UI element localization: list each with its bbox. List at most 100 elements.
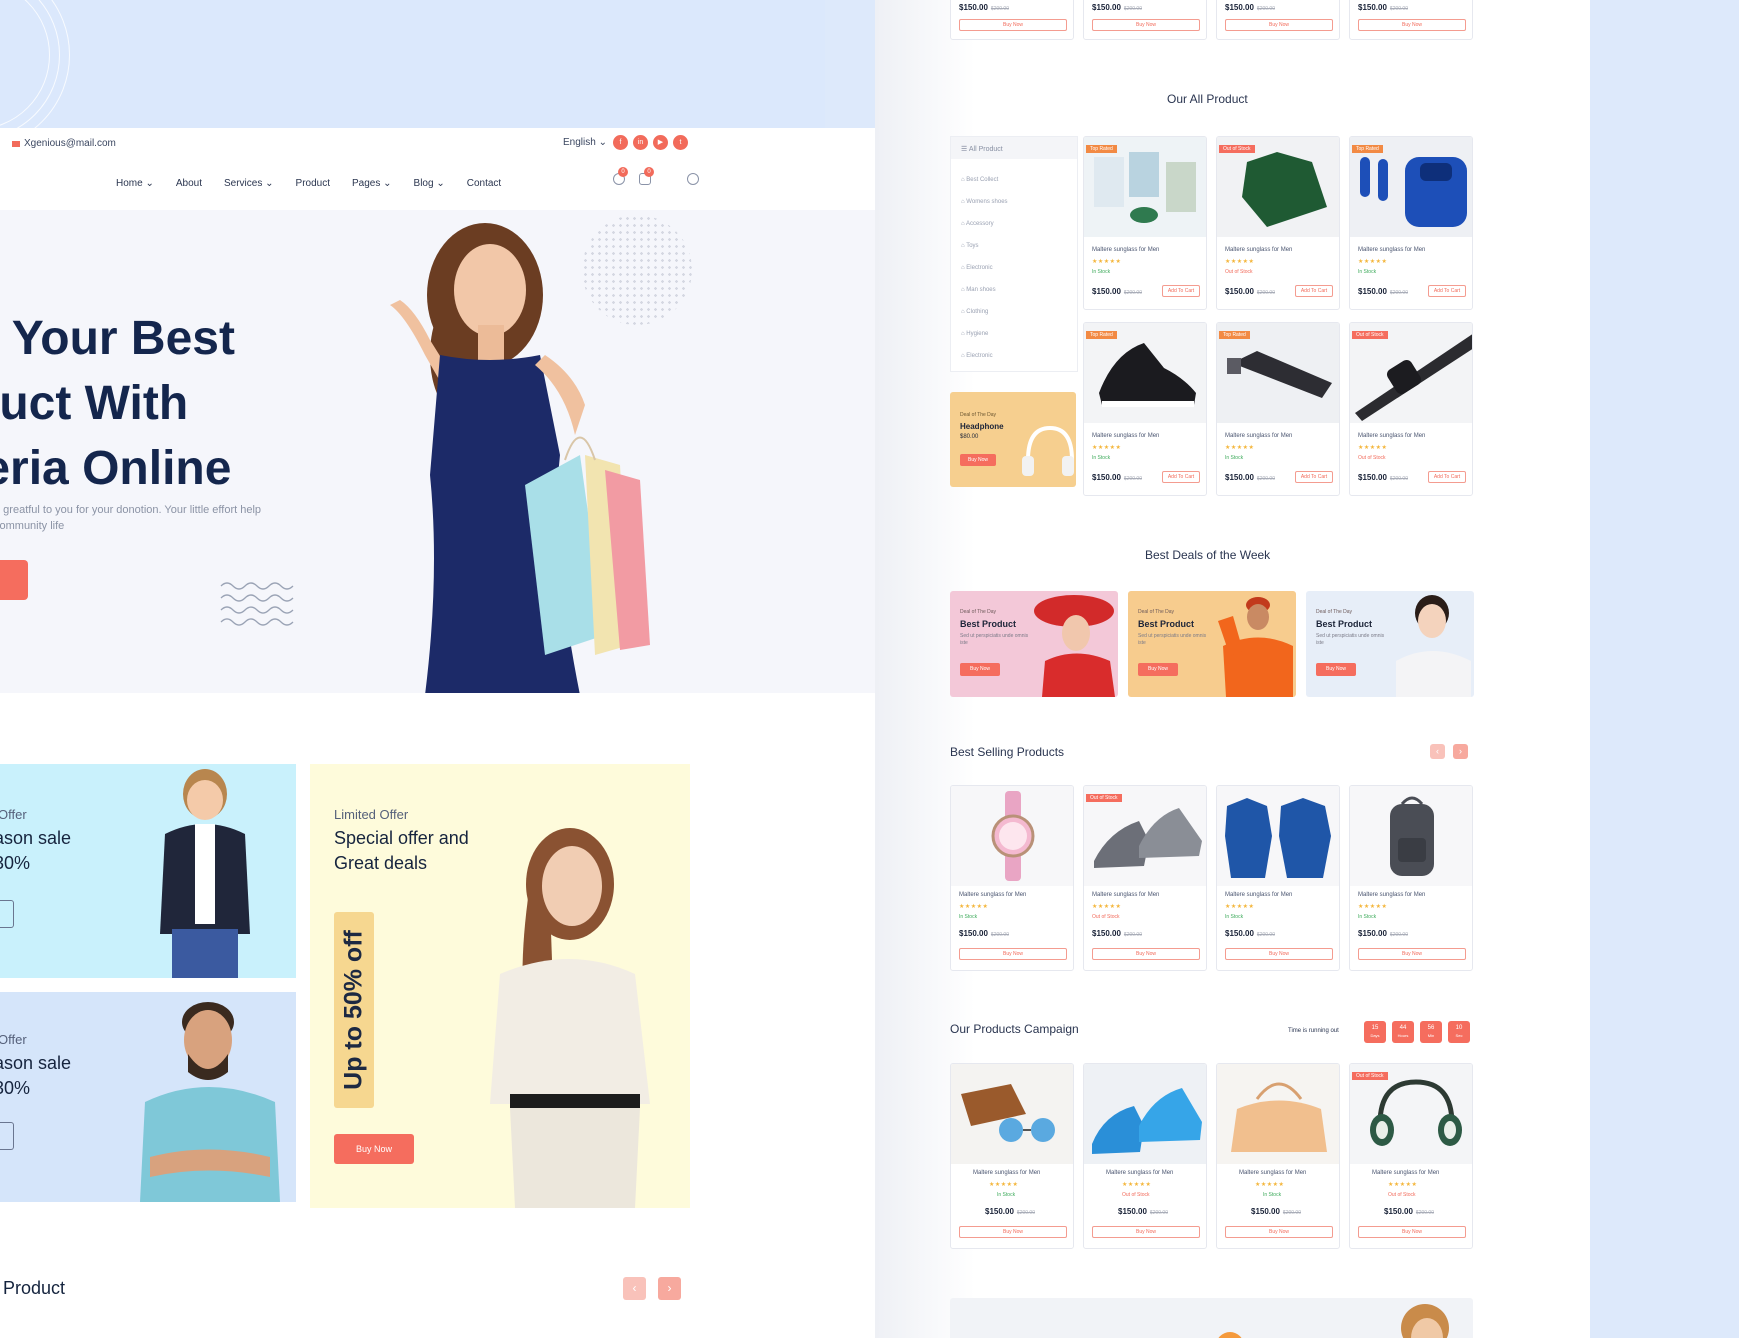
best-selling-card[interactable]: Out of Stock Maltere sunglass for Men ★★… [1083,785,1207,971]
category-item[interactable]: ⌂ Electronic [961,353,993,359]
buy-now-button[interactable]: Buy Now [959,19,1067,31]
facebook-icon[interactable]: f [613,135,628,150]
heart-icon[interactable]: 0 [613,167,628,185]
twitter-icon[interactable]: t [673,135,688,150]
popular-product-title: ar Product [0,1278,66,1298]
product-card[interactable]: Top Rated Maltere sunglass for Men ★★★★★… [1083,136,1207,310]
linkedin-icon[interactable]: in [633,135,648,150]
nav-item-contact[interactable]: Contact [467,178,501,189]
buy-now-button[interactable]: Buy Now [1225,948,1333,960]
lady-buy-now-button[interactable]: Buy Now [334,1134,414,1164]
compare-icon[interactable] [665,173,673,185]
popular-prev-button[interactable]: ‹ [623,1277,646,1300]
top-product-card[interactable]: $150.00 $200.00 Buy Now [1349,0,1473,40]
hero-shop-button[interactable] [0,560,28,600]
category-item[interactable]: ⌂ Accessory [961,221,994,227]
offer-kid-button[interactable] [0,900,14,928]
deal-button[interactable]: Buy Now [960,663,1000,676]
product-card[interactable]: Out of Stock Maltere sunglass for Men ★★… [1349,322,1473,496]
category-item[interactable]: ⌂ Toys [961,243,979,249]
best-selling-card[interactable]: Maltere sunglass for Men ★★★★★ In Stock … [950,785,1074,971]
buy-now-button[interactable]: Buy Now [959,1226,1067,1238]
language-select[interactable]: English ⌄ [563,137,607,148]
promo-buy-button[interactable]: Buy Now [960,454,996,466]
campaign-card[interactable]: Maltere sunglass for Men ★★★★★ Out of St… [1083,1063,1207,1249]
sun-decoration-icon [1218,1332,1242,1338]
offer-card-kid[interactable]: Offer ason sale 30% [0,764,296,978]
category-menu-head: ☰ All Product [951,137,1077,159]
category-item[interactable]: ⌂ Best Collect [961,177,998,183]
deal-card[interactable]: Deal of The Day Best Product Sed ut pers… [1128,591,1296,697]
nav-item-product[interactable]: Product [296,178,330,189]
category-label: Clothing [966,309,989,315]
user-icon[interactable] [687,173,699,185]
top-product-card[interactable]: $150.00 $200.00 Buy Now [1216,0,1340,40]
timer-value: 56 [1427,1025,1435,1031]
offer-card-man[interactable]: Offer ason sale 30% [0,992,296,1202]
buy-now-button[interactable]: Buy Now [1358,19,1466,31]
nav-item-home[interactable]: Home ⌄ [116,178,154,189]
timer-minutes: 56 Min [1420,1021,1442,1043]
nav-item-pages[interactable]: Pages ⌄ [352,178,392,189]
card-price: $150.00 $200.00 [1384,1207,1434,1216]
buy-now-button[interactable]: Buy Now [959,948,1067,960]
offer-card-lady[interactable]: Limited Offer Special offer and Great de… [310,764,690,1208]
stock-status: Out of Stock [1358,455,1386,461]
add-to-cart-button[interactable]: Add To Cart [1162,471,1200,483]
youtube-icon[interactable]: ▶ [653,135,668,150]
offer-man-title: ason sale 30% [0,1053,72,1098]
campaign-card[interactable]: Maltere sunglass for Men ★★★★★ In Stock … [950,1063,1074,1249]
add-to-cart-button[interactable]: Add To Cart [1295,285,1333,297]
nav-item-blog[interactable]: Blog ⌄ [414,178,445,189]
category-item[interactable]: ⌂ Man shoes [961,287,996,293]
category-item[interactable]: ⌂ Womens shoes [961,199,1008,205]
deal-card[interactable]: Deal of The Day Best Product Sed ut pers… [950,591,1118,697]
promo-small: Deal of The Day [960,412,997,418]
best-selling-card[interactable]: Maltere sunglass for Men ★★★★★ In Stock … [1349,785,1473,971]
category-item[interactable]: ⌂ Electronic [961,265,993,271]
top-product-card[interactable]: $150.00 $200.00 Buy Now [1083,0,1207,40]
add-to-cart-button[interactable]: Add To Cart [1428,285,1466,297]
campaign-card[interactable]: Out of Stock Maltere sunglass for Men ★★… [1349,1063,1473,1249]
popular-next-button[interactable]: › [658,1277,681,1300]
best-selling-prev-button[interactable]: ‹ [1430,744,1445,759]
rating-stars: ★★★★★ [989,1182,1019,1188]
best-selling-card[interactable]: Maltere sunglass for Men ★★★★★ In Stock … [1216,785,1340,971]
deal-button[interactable]: Buy Now [1138,663,1178,676]
offer-man-button[interactable] [0,1122,14,1150]
nav-item-about[interactable]: About [176,178,202,189]
hero-description: h greatful to you for your donotion. You… [0,504,262,532]
buy-now-button[interactable]: Buy Now [1092,1226,1200,1238]
old-price: $200.00 [1256,932,1275,938]
buy-now-button[interactable]: Buy Now [1092,19,1200,31]
stock-status: Out of Stock [1092,914,1120,920]
add-to-cart-button[interactable]: Add To Cart [1428,471,1466,483]
buy-now-button[interactable]: Buy Now [1225,19,1333,31]
buy-now-button[interactable]: Buy Now [1092,948,1200,960]
buy-now-button[interactable]: Buy Now [1358,1226,1466,1238]
deal-button[interactable]: Buy Now [1316,663,1356,676]
product-card[interactable]: Top Rated Maltere sunglass for Men ★★★★★… [1083,322,1207,496]
category-item[interactable]: ⌂ Clothing [961,309,988,315]
nav-item-services[interactable]: Services ⌄ [224,178,274,189]
campaign-card[interactable]: Maltere sunglass for Men ★★★★★ In Stock … [1216,1063,1340,1249]
buy-now-button[interactable]: Buy Now [1358,948,1466,960]
cart-icon[interactable]: 0 [639,167,654,185]
top-product-card[interactable]: $150.00 $200.00 Buy Now [950,0,1074,40]
topbar-email[interactable]: Xgenious@mail.com [12,138,116,149]
buy-now-button[interactable]: Buy Now [1225,1226,1333,1238]
best-selling-next-button[interactable]: › [1453,744,1468,759]
product-card[interactable]: Top Rated Maltere sunglass for Men ★★★★★… [1349,136,1473,310]
product-card[interactable]: Out of Stock Maltere sunglass for Men ★★… [1216,136,1340,310]
deal-title: Best Product [1138,619,1195,629]
product-image [1217,786,1339,886]
deal-card[interactable]: Deal of The Day Best Product Sed ut pers… [1306,591,1474,697]
offer-lady-small: Limited Offer [334,807,409,822]
product-card[interactable]: Top Rated Maltere sunglass for Men ★★★★★… [1216,322,1340,496]
add-to-cart-button[interactable]: Add To Cart [1162,285,1200,297]
stock-status: In Stock [1092,269,1111,275]
category-item[interactable]: ⌂ Hygiene [961,331,988,337]
watch-image [991,791,1035,881]
add-to-cart-button[interactable]: Add To Cart [1295,471,1333,483]
headphone-promo-card[interactable]: Deal of The Day Headphone $80.00 Buy Now [950,392,1076,487]
